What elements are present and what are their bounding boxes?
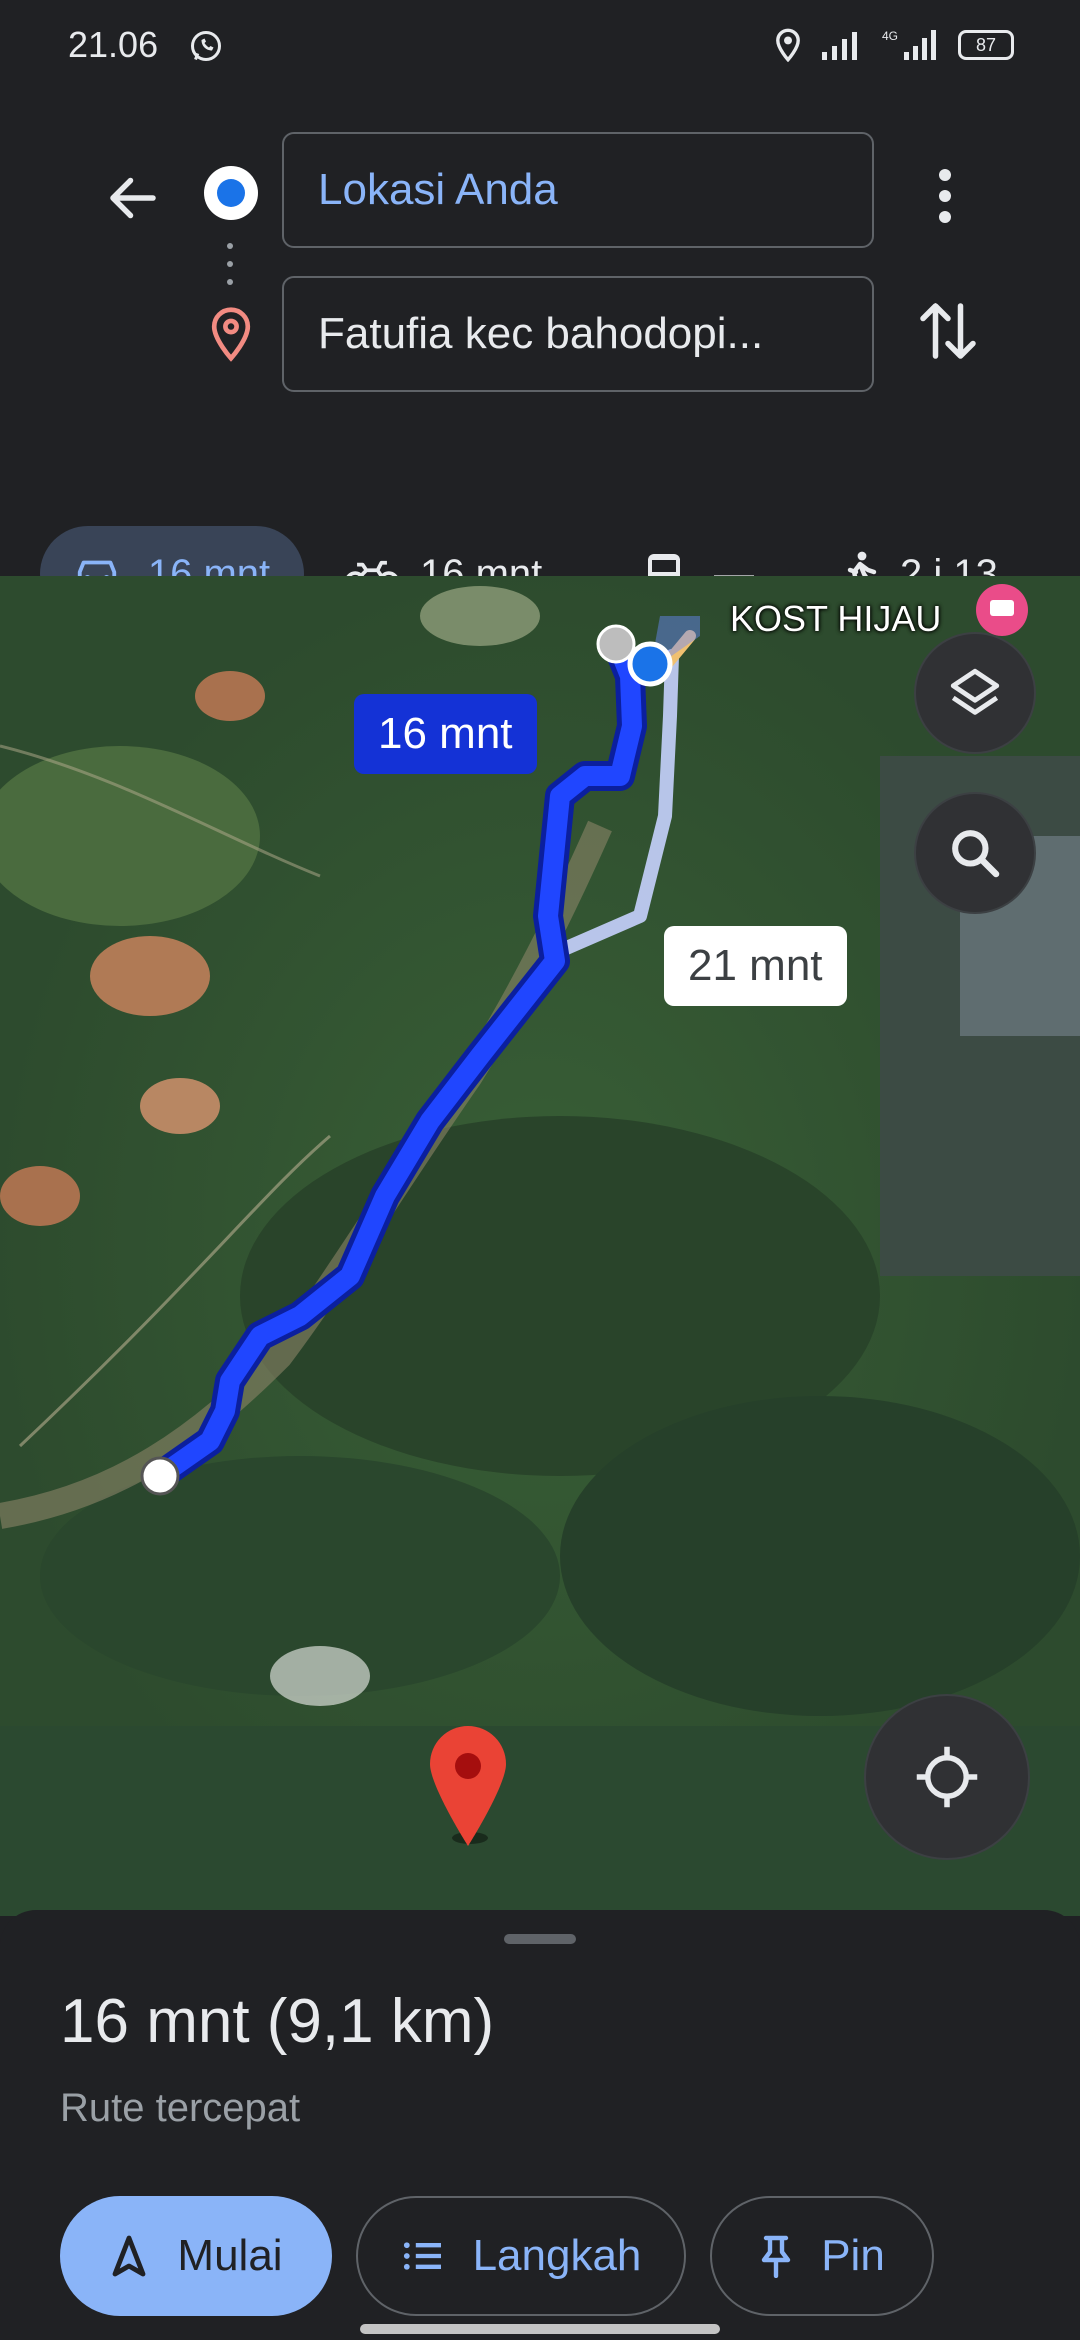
route-subtitle: Rute tercepat bbox=[60, 2086, 301, 2130]
steps-button[interactable]: Langkah bbox=[356, 2196, 686, 2316]
primary-route-time[interactable]: 16 mnt bbox=[354, 694, 537, 774]
pin-label: Pin bbox=[821, 2231, 885, 2280]
whatsapp-icon bbox=[191, 31, 221, 61]
swap-icon[interactable] bbox=[918, 296, 978, 366]
alternate-route-time[interactable]: 21 mnt bbox=[664, 926, 847, 1006]
start-label: Mulai bbox=[177, 2231, 283, 2280]
pin-icon bbox=[762, 2235, 791, 2278]
destination-pin-icon bbox=[211, 307, 251, 362]
my-location-button[interactable] bbox=[864, 1694, 1030, 1860]
route-connector-icon bbox=[227, 243, 233, 285]
status-bar: 21.06 4G 87 bbox=[0, 0, 1080, 96]
location-icon bbox=[776, 28, 800, 62]
poi-label[interactable]: KOST HIJAU bbox=[730, 598, 941, 640]
search-along-route-button[interactable] bbox=[914, 792, 1036, 914]
search-icon bbox=[952, 830, 1000, 878]
more-vert-icon[interactable] bbox=[930, 166, 960, 226]
signal-4g-icon: 4G bbox=[882, 29, 936, 60]
start-button[interactable]: Mulai bbox=[60, 2196, 332, 2316]
route-details-sheet: 16 mnt (9,1 km) Rute tercepat Mulai Lang… bbox=[0, 1910, 1080, 2340]
map-view[interactable]: KOST HIJAU 16 mnt 21 mnt bbox=[0, 576, 1080, 1916]
back-arrow-icon[interactable] bbox=[100, 168, 166, 228]
route-summary: 16 mnt (9,1 km) bbox=[60, 1987, 495, 2056]
network-type: 4G bbox=[882, 29, 898, 43]
drag-handle[interactable] bbox=[504, 1934, 576, 1944]
steps-label: Langkah bbox=[472, 2231, 642, 2280]
origin-dot-icon bbox=[204, 166, 258, 220]
pin-button[interactable]: Pin bbox=[710, 2196, 934, 2316]
list-icon bbox=[403, 2242, 441, 2270]
layers-button[interactable] bbox=[914, 632, 1036, 754]
navigation-icon bbox=[113, 2235, 146, 2277]
gesture-nav-bar[interactable] bbox=[360, 2324, 720, 2334]
my-location-icon bbox=[916, 1746, 978, 1808]
directions-header: Lokasi Anda Fatufia kec bahodopi... 16 m… bbox=[0, 96, 1080, 622]
signal-icon bbox=[822, 32, 857, 60]
origin-input[interactable]: Lokasi Anda bbox=[282, 132, 874, 248]
destination-input[interactable]: Fatufia kec bahodopi... bbox=[282, 276, 874, 392]
battery-indicator: 87 bbox=[958, 30, 1014, 60]
status-time: 21.06 bbox=[68, 24, 159, 65]
layers-icon bbox=[950, 668, 1000, 715]
